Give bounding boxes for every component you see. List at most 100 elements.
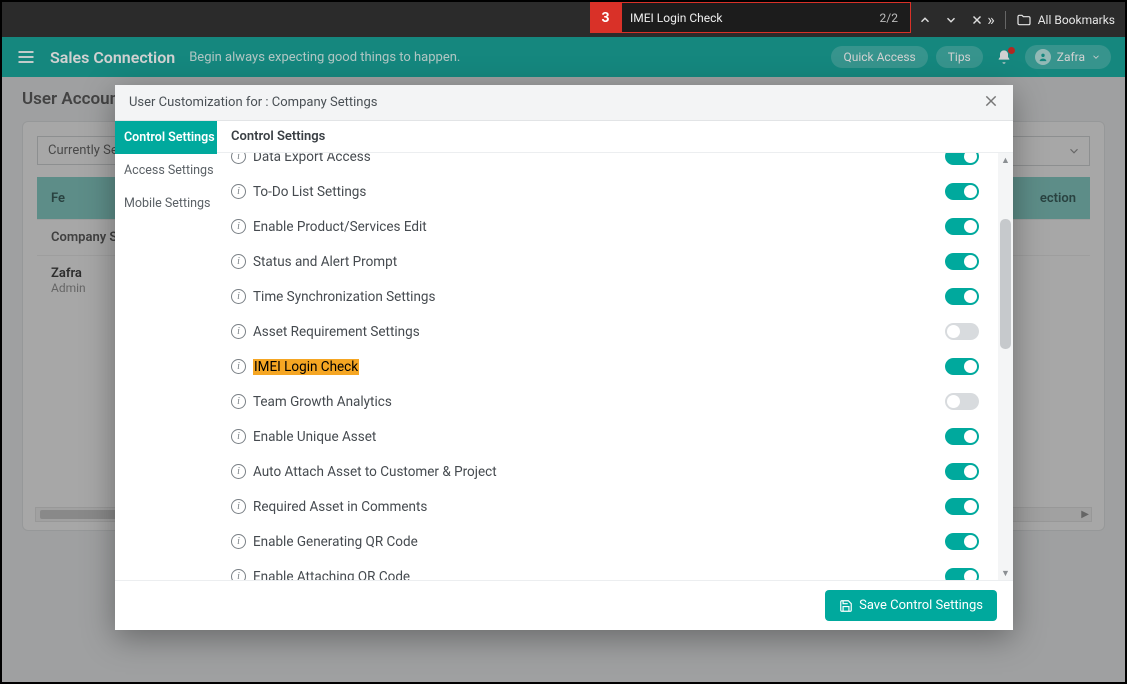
find-prev-icon[interactable] bbox=[912, 7, 938, 33]
info-icon[interactable]: i bbox=[231, 153, 246, 164]
find-in-page-group: 3 IMEI Login Check 2/2 bbox=[590, 2, 911, 33]
info-icon[interactable]: i bbox=[231, 429, 246, 444]
setting-label: IMEI Login Check bbox=[253, 359, 359, 375]
find-bar: IMEI Login Check 2/2 bbox=[621, 2, 911, 33]
bookmarks-label: All Bookmarks bbox=[1038, 13, 1115, 27]
toggle-switch[interactable] bbox=[945, 533, 979, 550]
app-header: Sales Connection Begin always expecting … bbox=[2, 37, 1125, 77]
app-tagline: Begin always expecting good things to ha… bbox=[189, 50, 460, 65]
bookmarks-folder-icon[interactable]: All Bookmarks bbox=[1016, 12, 1115, 28]
setting-row: i Data Export Access bbox=[231, 153, 979, 174]
setting-row: i IMEI Login Check bbox=[231, 349, 979, 384]
tips-button[interactable]: Tips bbox=[936, 46, 983, 68]
scrollbar-thumb[interactable] bbox=[1000, 219, 1011, 349]
save-button-label: Save Control Settings bbox=[859, 598, 983, 613]
settings-scroll[interactable]: iData Export AccessiTo-Do List Settingsi… bbox=[217, 153, 997, 580]
info-icon[interactable]: i bbox=[231, 464, 246, 479]
info-icon[interactable]: i bbox=[231, 219, 246, 234]
notification-dot bbox=[1008, 47, 1015, 54]
setting-row: i Team Growth Analytics bbox=[231, 384, 979, 419]
toggle-switch[interactable] bbox=[945, 253, 979, 270]
setting-label: Enable Unique Asset bbox=[253, 429, 945, 445]
toggle-switch[interactable] bbox=[945, 153, 979, 165]
step-badge: 3 bbox=[590, 2, 621, 33]
vertical-scrollbar[interactable]: ▲ ▼ bbox=[998, 153, 1013, 580]
toggle-switch[interactable] bbox=[945, 498, 979, 515]
save-control-settings-button[interactable]: Save Control Settings bbox=[825, 590, 997, 621]
info-icon[interactable]: i bbox=[231, 534, 246, 549]
setting-label: Enable Attaching QR Code bbox=[253, 569, 945, 581]
setting-label: Data Export Access bbox=[253, 153, 945, 165]
toggle-switch[interactable] bbox=[945, 218, 979, 235]
setting-label: Enable Generating QR Code bbox=[253, 534, 945, 550]
setting-row: i Enable Product/Services Edit bbox=[231, 209, 979, 244]
user-name-label: Zafra bbox=[1057, 50, 1085, 64]
extensions-overflow-icon[interactable]: » bbox=[987, 10, 995, 29]
toggle-switch[interactable] bbox=[945, 568, 979, 580]
info-icon[interactable]: i bbox=[231, 499, 246, 514]
info-icon[interactable]: i bbox=[231, 289, 246, 304]
section-header: Control Settings bbox=[217, 121, 1013, 153]
chevron-down-icon bbox=[1091, 52, 1101, 62]
app-title: Sales Connection bbox=[50, 48, 175, 67]
setting-label: Asset Requirement Settings bbox=[253, 324, 945, 340]
toggle-switch[interactable] bbox=[945, 428, 979, 445]
scroll-down-icon[interactable]: ▼ bbox=[998, 566, 1013, 580]
divider bbox=[1005, 11, 1006, 29]
setting-row: i Enable Unique Asset bbox=[231, 419, 979, 454]
avatar-icon bbox=[1035, 49, 1051, 65]
find-text[interactable]: IMEI Login Check bbox=[630, 11, 872, 25]
find-close-icon[interactable] bbox=[964, 7, 990, 33]
setting-label: Auto Attach Asset to Customer & Project bbox=[253, 464, 945, 480]
find-next-icon[interactable] bbox=[938, 7, 964, 33]
info-icon[interactable]: i bbox=[231, 359, 246, 374]
setting-label: Status and Alert Prompt bbox=[253, 254, 945, 270]
modal-sidebar: Control SettingsAccess SettingsMobile Se… bbox=[115, 121, 217, 580]
info-icon[interactable]: i bbox=[231, 569, 246, 580]
setting-row: i Required Asset in Comments bbox=[231, 489, 979, 524]
notifications-bell-icon[interactable] bbox=[991, 49, 1017, 65]
header-right: Quick Access Tips Zafra bbox=[831, 45, 1111, 69]
info-icon[interactable]: i bbox=[231, 184, 246, 199]
info-icon[interactable]: i bbox=[231, 394, 246, 409]
setting-row: i Time Synchronization Settings bbox=[231, 279, 979, 314]
hamburger-menu-icon[interactable] bbox=[16, 47, 36, 67]
sidebar-item-mobile-settings[interactable]: Mobile Settings bbox=[115, 187, 217, 220]
toggle-switch[interactable] bbox=[945, 323, 979, 340]
modal-footer: Save Control Settings bbox=[115, 580, 1013, 630]
save-icon bbox=[839, 599, 853, 613]
info-icon[interactable]: i bbox=[231, 324, 246, 339]
setting-row: i Enable Generating QR Code bbox=[231, 524, 979, 559]
find-count: 2/2 bbox=[880, 11, 898, 25]
toggle-switch[interactable] bbox=[945, 358, 979, 375]
settings-modal: User Customization for : Company Setting… bbox=[115, 85, 1013, 630]
toggle-switch[interactable] bbox=[945, 288, 979, 305]
browser-top-bar: 3 IMEI Login Check 2/2 » All Bookmarks bbox=[2, 2, 1125, 37]
setting-label: To-Do List Settings bbox=[253, 184, 945, 200]
setting-row: i Auto Attach Asset to Customer & Project bbox=[231, 454, 979, 489]
setting-label: Enable Product/Services Edit bbox=[253, 219, 945, 235]
setting-label: Time Synchronization Settings bbox=[253, 289, 945, 305]
setting-row: i Status and Alert Prompt bbox=[231, 244, 979, 279]
browser-right-controls: » All Bookmarks bbox=[987, 2, 1115, 37]
setting-row: i Enable Attaching QR Code bbox=[231, 559, 979, 580]
modal-header: User Customization for : Company Setting… bbox=[115, 85, 1013, 121]
quick-access-button[interactable]: Quick Access bbox=[831, 46, 927, 68]
settings-list-area: iData Export AccessiTo-Do List Settingsi… bbox=[217, 153, 1013, 580]
setting-row: i Asset Requirement Settings bbox=[231, 314, 979, 349]
setting-label: Team Growth Analytics bbox=[253, 394, 945, 410]
setting-row: i To-Do List Settings bbox=[231, 174, 979, 209]
user-menu[interactable]: Zafra bbox=[1025, 45, 1111, 69]
sidebar-item-access-settings[interactable]: Access Settings bbox=[115, 154, 217, 187]
sidebar-item-control-settings[interactable]: Control Settings bbox=[115, 121, 217, 154]
info-icon[interactable]: i bbox=[231, 254, 246, 269]
toggle-switch[interactable] bbox=[945, 393, 979, 410]
toggle-switch[interactable] bbox=[945, 463, 979, 480]
modal-close-icon[interactable] bbox=[983, 93, 999, 113]
modal-body: Control SettingsAccess SettingsMobile Se… bbox=[115, 121, 1013, 580]
modal-title: User Customization for : Company Setting… bbox=[129, 95, 377, 110]
toggle-switch[interactable] bbox=[945, 183, 979, 200]
scroll-up-icon[interactable]: ▲ bbox=[998, 153, 1013, 167]
find-controls bbox=[912, 2, 990, 37]
setting-label: Required Asset in Comments bbox=[253, 499, 945, 515]
